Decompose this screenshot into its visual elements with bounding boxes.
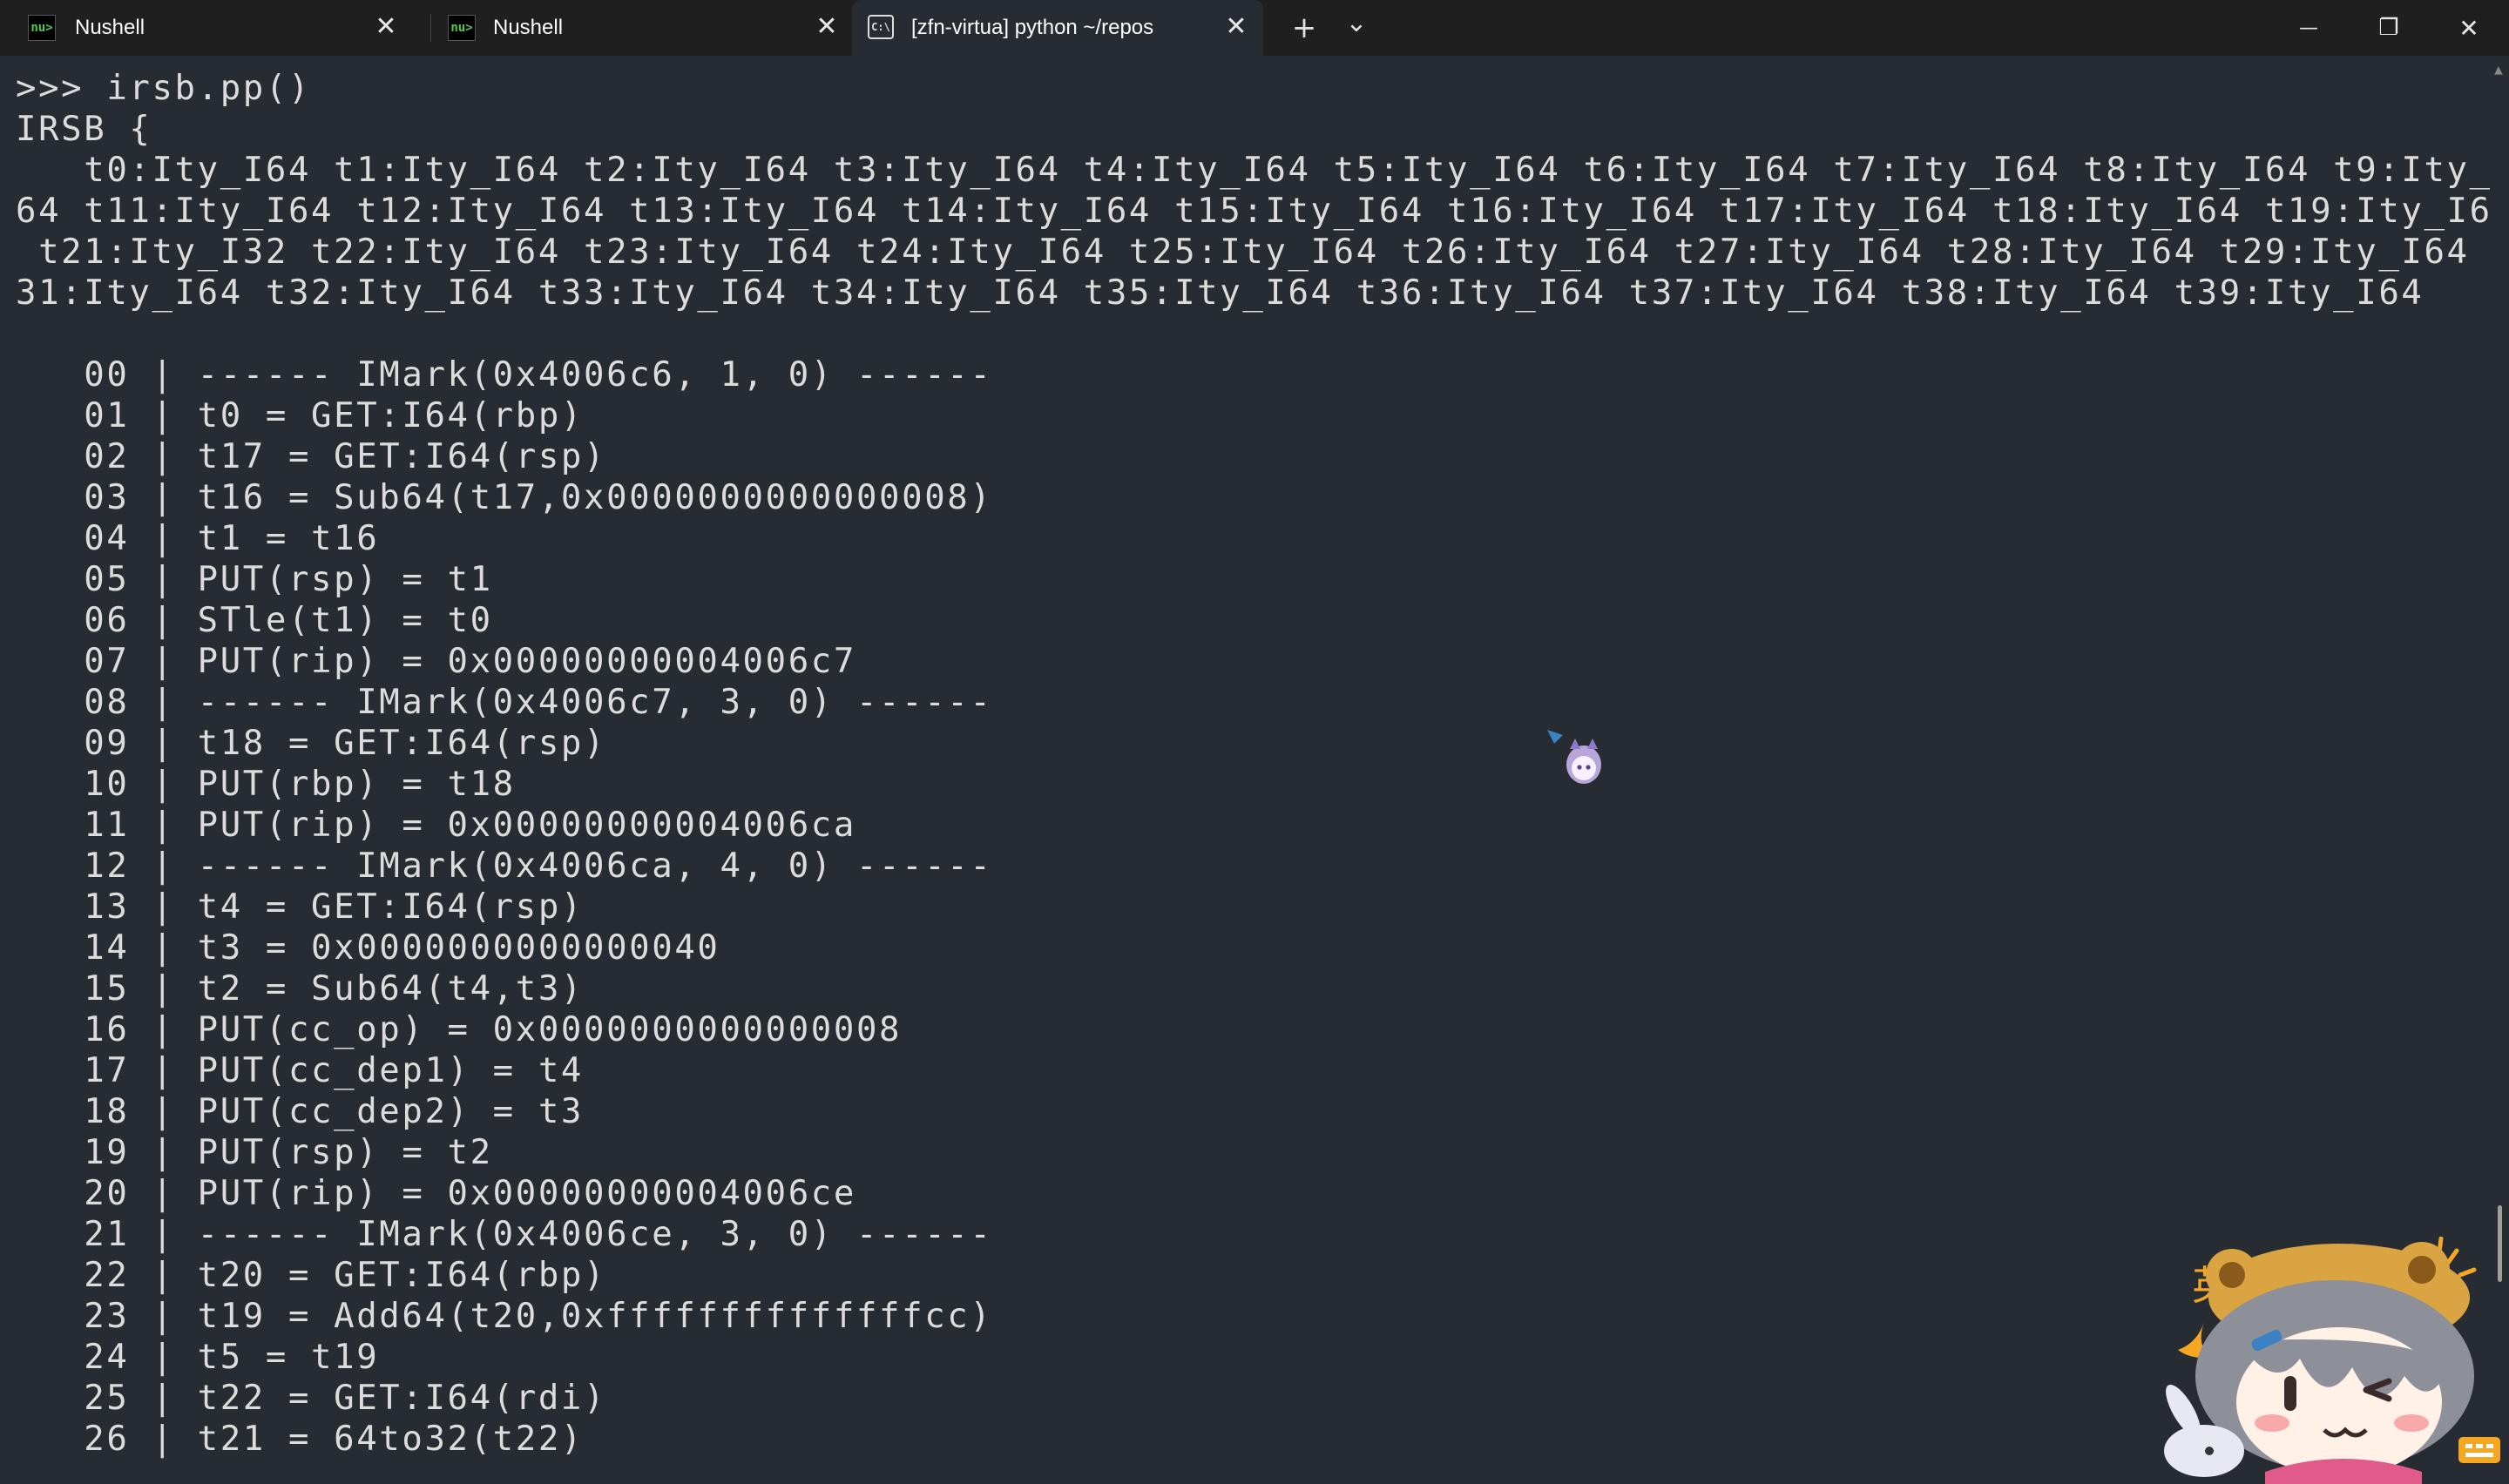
minimize-button[interactable]: — [2269, 0, 2349, 56]
terminal-line: IRSB { [16, 110, 152, 149]
tab-nushell-1[interactable]: nu> Nushell ✕ [0, 0, 422, 56]
terminal-line: 19 | PUT(rsp) = t2 [16, 1133, 493, 1172]
terminal-line: t0:Ity_I64 t1:Ity_I64 t2:Ity_I64 t3:Ity_… [84, 151, 2492, 190]
terminal-line: 01 | t0 = GET:I64(rbp) [16, 396, 584, 435]
terminal-line: 02 | t17 = GET:I64(rsp) [16, 437, 607, 476]
terminal-line: 20 | PUT(rip) = 0x00000000004006ce [16, 1174, 856, 1213]
terminal-line: 16 | PUT(cc_op) = 0x0000000000000008 [16, 1010, 903, 1049]
terminal-line: t21:Ity_I32 t22:Ity_I64 t23:Ity_I64 t24:… [38, 233, 2470, 272]
terminal-line: 15 | t2 = Sub64(t4,t3) [16, 969, 584, 1008]
title-bar: nu> Nushell ✕ nu> Nushell ✕ C:\ [zfn-vir… [0, 0, 2509, 56]
terminal-line: 25 | t22 = GET:I64(rdi) [16, 1379, 607, 1418]
tab-title: Nushell [75, 16, 145, 39]
tab-title: Nushell [493, 16, 564, 39]
nushell-icon: nu> [448, 15, 476, 41]
terminal-line: 64 t11:Ity_I64 t12:Ity_I64 t13:Ity_I64 t… [16, 192, 2492, 231]
terminal-line: 23 | t19 = Add64(t20,0xffffffffffffffcc) [16, 1297, 993, 1336]
terminal-line: 14 | t3 = 0x0000000000000040 [16, 928, 720, 968]
terminal-line: 05 | PUT(rsp) = t1 [16, 560, 493, 599]
tab-dropdown-button[interactable]: ⌄ [1333, 3, 1380, 42]
close-tab-icon[interactable]: ✕ [1221, 12, 1251, 42]
tab-python-active[interactable]: C:\ [zfn-virtua] python ~/repos ✕ [852, 0, 1263, 56]
terminal-line: 21 | ------ IMark(0x4006ce, 3, 0) ------ [16, 1215, 993, 1254]
nushell-icon: nu> [28, 15, 56, 41]
cursor-mascot-icon [1547, 730, 1601, 784]
terminal-line: 03 | t16 = Sub64(t17,0x0000000000000008) [16, 478, 993, 517]
terminal-line: 04 | t1 = t16 [16, 519, 380, 558]
corner-mascot-icon: 英 [2164, 1237, 2500, 1484]
terminal-line: 18 | PUT(cc_dep2) = t3 [16, 1092, 584, 1131]
tab-nushell-2[interactable]: nu> Nushell ✕ [434, 0, 850, 56]
terminal-line: >>> irsb.pp() [16, 69, 312, 108]
terminal-line: 12 | ------ IMark(0x4006ca, 4, 0) ------ [16, 847, 993, 886]
terminal-line: 17 | PUT(cc_dep1) = t4 [16, 1051, 584, 1090]
close-window-button[interactable]: ✕ [2429, 0, 2509, 56]
tab-divider [430, 14, 431, 42]
terminal-line: 07 | PUT(rip) = 0x00000000004006c7 [16, 642, 856, 681]
terminal-line: 24 | t5 = t19 [16, 1338, 380, 1377]
terminal-line: 10 | PUT(rbp) = t18 [16, 765, 516, 804]
terminal-line: 00 | ------ IMark(0x4006c6, 1, 0) ------ [16, 355, 993, 395]
terminal-line: 06 | STle(t1) = t0 [16, 601, 493, 640]
terminal-line: 13 | t4 = GET:I64(rsp) [16, 887, 584, 927]
maximize-button[interactable]: ❐ [2349, 0, 2429, 56]
terminal-line: 08 | ------ IMark(0x4006c7, 3, 0) ------ [16, 683, 993, 722]
terminal-icon: C:\ [868, 15, 894, 39]
terminal-line: 11 | PUT(rip) = 0x00000000004006ca [16, 806, 856, 845]
close-tab-icon[interactable]: ✕ [371, 12, 401, 42]
scroll-up-arrow-icon[interactable]: ▲ [2490, 61, 2507, 78]
close-tab-icon[interactable]: ✕ [812, 12, 842, 42]
terminal-line: 09 | t18 = GET:I64(rsp) [16, 724, 607, 763]
terminal-line: 22 | t20 = GET:I64(rbp) [16, 1256, 607, 1295]
terminal-line: 31:Ity_I64 t32:Ity_I64 t33:Ity_I64 t34:I… [16, 273, 2424, 313]
new-tab-button[interactable]: + [1281, 9, 1328, 47]
terminal-line: 26 | t21 = 64to32(t22) [16, 1420, 584, 1459]
terminal-output[interactable]: >>> irsb.pp() IRSB { t0:Ity_I64 t1:Ity_I6… [0, 56, 2492, 1484]
tab-title: [zfn-virtua] python ~/repos [911, 16, 1154, 39]
